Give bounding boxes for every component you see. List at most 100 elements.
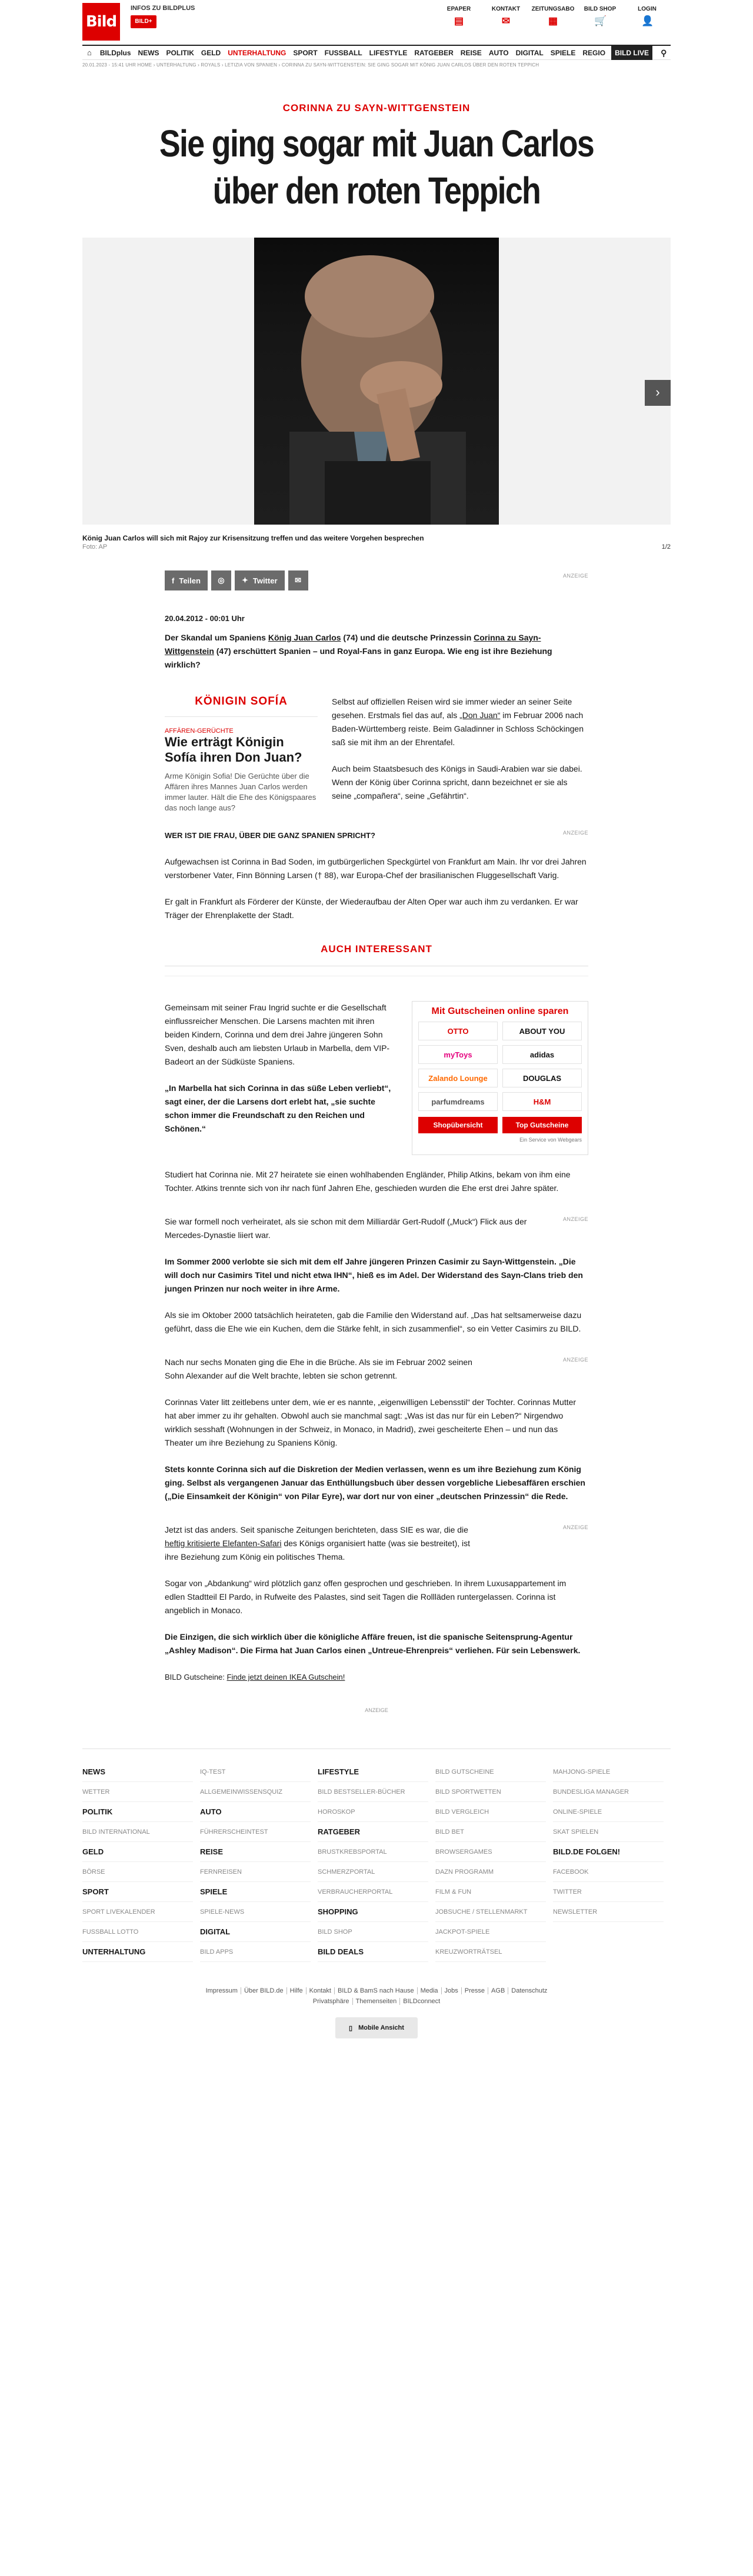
nav-item-auto[interactable]: AUTO [485,46,512,60]
footer-link[interactable]: SHOPPING [318,1902,428,1922]
bild-logo[interactable]: Bild [82,3,120,41]
email-share-button[interactable]: ✉ [288,570,308,590]
footer-link[interactable]: SPORT LIVEKALENDER [82,1902,193,1922]
legal-link[interactable]: Datenschutz [508,1987,551,1994]
nav-item-bildplus[interactable]: BILDplus [96,46,135,60]
footer-link[interactable]: NEWS [82,1762,193,1782]
legal-link[interactable]: Über BILD.de [240,1987,286,1994]
safari-link[interactable]: heftig kritisierte Elefanten-Safari [165,1539,281,1548]
nav-item-politik[interactable]: POLITIK [163,46,198,60]
footer-link[interactable]: GELD [82,1842,193,1862]
footer-link[interactable]: WETTER [82,1782,193,1802]
footer-link[interactable]: SKAT SPIELEN [553,1822,664,1842]
voucher-tile[interactable]: DOUGLAS [502,1069,582,1087]
footer-link[interactable]: MAHJONG-SPIELE [553,1762,664,1782]
nav-item-digital[interactable]: DIGITAL [512,46,547,60]
service-link-bild-shop[interactable]: BILD SHOP 🛒 [577,0,624,26]
footer-link[interactable]: FERNREISEN [200,1862,311,1882]
nav-item-news[interactable]: NEWS [135,46,163,60]
legal-link[interactable]: Presse [461,1987,488,1994]
footer-link[interactable]: FACEBOOK [553,1862,664,1882]
ikea-gutschein-link[interactable]: Finde jetzt deinen IKEA Gutschein! [227,1673,345,1681]
nav-item-lifestyle[interactable]: LIFESTYLE [366,46,411,60]
footer-link[interactable]: ALLGEMEINWISSENSQUIZ [200,1782,311,1802]
nav-item-bild-live[interactable]: BILD LIVE [611,45,653,60]
footer-link[interactable]: BILD APPS [200,1942,311,1962]
footer-link[interactable]: JOBSUCHE / STELLENMARKT [435,1902,546,1922]
footer-link[interactable]: JACKPOT-SPIELE [435,1922,546,1942]
legal-link[interactable]: Media [417,1987,441,1994]
service-link-kontakt[interactable]: KONTAKT ✉ [482,0,529,26]
footer-link[interactable]: TWITTER [553,1882,664,1902]
footer-link[interactable]: SPORT [82,1882,193,1902]
footer-link[interactable]: FÜHRERSCHEINTEST [200,1822,311,1842]
footer-link[interactable]: BILD SPORTWETTEN [435,1782,546,1802]
legal-link[interactable]: Jobs [441,1987,461,1994]
nav-item-geld[interactable]: GELD [198,46,224,60]
footer-link[interactable]: BILD GUTSCHEINE [435,1762,546,1782]
footer-link[interactable]: REISE [200,1842,311,1862]
footer-link[interactable]: BÖRSE [82,1862,193,1882]
facebook-share-button[interactable]: f Teilen [165,570,208,590]
footer-link[interactable]: ONLINE-SPIELE [553,1802,664,1822]
legal-link[interactable]: AGB [488,1987,508,1994]
footer-link[interactable]: BILD INTERNATIONAL [82,1822,193,1842]
footer-link[interactable]: FILM & FUN [435,1882,546,1902]
footer-link[interactable]: KREUZWORTRÄTSEL [435,1942,546,1962]
footer-link[interactable]: DIGITAL [200,1922,311,1942]
legal-link[interactable]: BILDconnect [399,1998,444,2005]
footer-link[interactable]: BILD.DE FOLGEN! [553,1842,664,1862]
nav-item-regio[interactable]: REGIO [579,46,609,60]
voucher-tile[interactable]: Zalando Lounge [418,1069,498,1087]
footer-link[interactable]: BILD SHOP [318,1922,428,1942]
footer-link[interactable]: IQ-TEST [200,1762,311,1782]
footer-link[interactable]: LIFESTYLE [318,1762,428,1782]
footer-link[interactable]: AUTO [200,1802,311,1822]
nav-item-spiele[interactable]: SPIELE [547,46,579,60]
footer-link[interactable]: BUNDESLIGA MANAGER [553,1782,664,1802]
twitter-share-button[interactable]: ✦ Twitter [234,570,285,590]
gallery-next-button[interactable]: › [645,380,671,406]
legal-link[interactable]: Kontakt [305,1987,334,1994]
voucher-tile[interactable]: ABOUT YOU [502,1022,582,1040]
footer-link[interactable]: SPIELE-NEWS [200,1902,311,1922]
voucher-tile[interactable]: myToys [418,1045,498,1064]
footer-link[interactable]: BRUSTKREBSPORTAL [318,1842,428,1862]
footer-link[interactable]: BILD DEALS [318,1942,428,1962]
nav-item-ratgeber[interactable]: RATGEBER [411,46,457,60]
footer-link[interactable]: FUSSBALL LOTTO [82,1922,193,1942]
footer-link[interactable]: DAZN PROGRAMM [435,1862,546,1882]
nav-item-reise[interactable]: REISE [457,46,485,60]
shop-overview-button[interactable]: Shopübersicht [418,1117,498,1133]
home-icon[interactable]: ⌂ [82,46,96,60]
legal-link[interactable]: Themenseiten [352,1998,400,2005]
mobile-view-button[interactable]: ▯ Mobile Ansicht [335,2017,418,2038]
footer-link[interactable]: NEWSLETTER [553,1902,664,1922]
footer-link[interactable]: HOROSKOP [318,1802,428,1822]
messenger-share-button[interactable]: ◎ [211,570,231,590]
footer-link[interactable]: BILD VERGLEICH [435,1802,546,1822]
voucher-tile[interactable]: OTTO [418,1022,498,1040]
legal-link[interactable]: Hilfe [286,1987,306,1994]
service-link-login[interactable]: LOGIN 👤 [624,0,671,26]
footer-link[interactable]: SCHMERZPORTAL [318,1862,428,1882]
legal-link[interactable]: Impressum [203,1987,241,1994]
voucher-tile[interactable]: H&M [502,1092,582,1111]
bildplus-info-link[interactable]: INFOS ZU BILDPLUS [131,5,195,12]
related-teaser[interactable]: KÖNIGIN SOFÍA AFFÄREN-GERÜCHTE Wie erträ… [165,695,318,813]
teaser-title[interactable]: Wie erträgt Königin Sofía ihren Don Juan… [165,735,318,765]
nav-item-unterhaltung[interactable]: UNTERHALTUNG [224,46,289,60]
footer-link[interactable]: BROWSERGAMES [435,1842,546,1862]
nav-item-sport[interactable]: SPORT [289,46,321,60]
juan-carlos-link[interactable]: König Juan Carlos [268,633,341,642]
legal-link[interactable]: Privatsphäre [310,1998,352,2005]
footer-link[interactable]: SPIELE [200,1882,311,1902]
top-vouchers-button[interactable]: Top Gutscheine [502,1117,582,1133]
footer-link[interactable]: RATGEBER [318,1822,428,1842]
footer-link[interactable]: POLITIK [82,1802,193,1822]
nav-item-fussball[interactable]: FUSSBALL [321,46,366,60]
footer-link[interactable]: UNTERHALTUNG [82,1942,193,1962]
search-icon[interactable]: ⚲ [657,46,670,60]
voucher-tile[interactable]: parfumdreams [418,1092,498,1111]
footer-link[interactable]: BILD BESTSELLER-BÜCHER [318,1782,428,1802]
